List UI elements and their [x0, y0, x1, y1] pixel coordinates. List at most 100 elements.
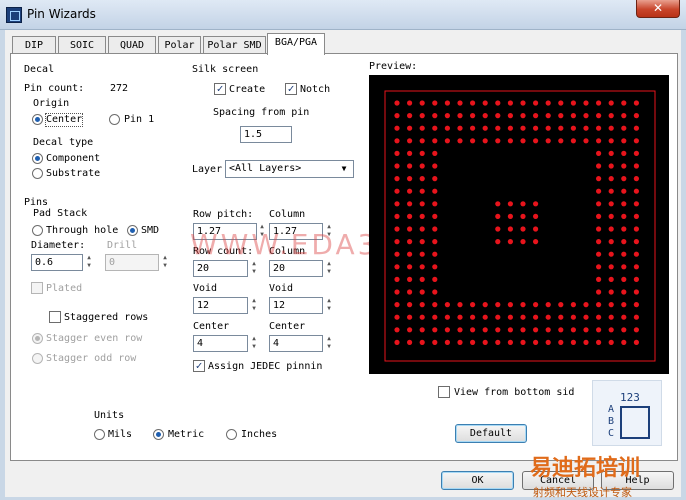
smd-radio[interactable]: [127, 225, 138, 236]
center-row-spinner[interactable]: ▲ ▼: [250, 335, 258, 352]
pad: [394, 226, 400, 232]
view-bottom-label[interactable]: View from bottom sid: [454, 387, 574, 399]
type-component-radio[interactable]: [32, 153, 43, 164]
pad: [596, 213, 602, 219]
type-substrate-label[interactable]: Substrate: [46, 168, 100, 180]
void-row-spinner[interactable]: ▲ ▼: [250, 297, 258, 314]
pad: [596, 113, 602, 119]
origin-center-radio[interactable]: [32, 114, 43, 125]
smd-label[interactable]: SMD: [141, 225, 159, 237]
pad: [432, 314, 438, 320]
pad: [495, 138, 501, 144]
layer-select[interactable]: <All Layers> ▼: [225, 160, 354, 178]
pad: [394, 289, 400, 295]
default-button[interactable]: Default: [455, 424, 527, 443]
pad: [621, 339, 627, 345]
ok-button[interactable]: OK: [441, 471, 514, 490]
type-substrate-radio[interactable]: [32, 168, 43, 179]
pad: [520, 226, 526, 232]
spacing-input[interactable]: 1.5: [240, 126, 292, 143]
col-count-input[interactable]: 20: [269, 260, 323, 277]
pad: [558, 138, 564, 144]
pad: [633, 176, 639, 182]
staggered-rows-checkbox[interactable]: [49, 311, 61, 323]
diameter-spinner[interactable]: ▲ ▼: [85, 254, 93, 271]
pad: [608, 302, 614, 308]
pad: [633, 302, 639, 308]
void-row-input[interactable]: 12: [193, 297, 248, 314]
diameter-input[interactable]: 0.6: [31, 254, 83, 271]
stagger-odd-radio: [32, 353, 43, 364]
pad: [444, 100, 450, 106]
type-component-label[interactable]: Component: [46, 153, 100, 165]
tab-quad[interactable]: QUAD: [108, 36, 156, 54]
pad: [419, 201, 425, 207]
pad: [608, 239, 614, 245]
void-col-spinner[interactable]: ▲ ▼: [325, 297, 333, 314]
units-metric-radio[interactable]: [153, 429, 164, 440]
center-col-input[interactable]: 4: [269, 335, 323, 352]
window-title: Pin Wizards: [27, 7, 96, 21]
origin-pin1-label[interactable]: Pin 1: [124, 114, 154, 126]
origin-center-label[interactable]: Center: [44, 113, 84, 127]
create-label[interactable]: Create: [229, 84, 265, 96]
create-checkbox[interactable]: ✓: [214, 83, 226, 95]
tab-bga-pga[interactable]: BGA/PGA: [267, 33, 325, 55]
pad: [633, 251, 639, 257]
notch-checkbox[interactable]: ✓: [285, 83, 297, 95]
tab-soic[interactable]: SOIC: [58, 36, 106, 54]
pad: [621, 239, 627, 245]
pad: [444, 302, 450, 308]
pad: [545, 125, 551, 131]
pad: [394, 150, 400, 156]
pad: [470, 302, 476, 308]
pad: [596, 176, 602, 182]
tab-polar-smd[interactable]: Polar SMD: [203, 36, 266, 54]
pad: [545, 339, 551, 345]
units-inches-label[interactable]: Inches: [241, 429, 277, 441]
void-col-input[interactable]: 12: [269, 297, 323, 314]
jedec-label[interactable]: Assign JEDEC pinnin: [208, 361, 322, 373]
stagger-even-label: Stagger even row: [46, 333, 143, 344]
pad: [407, 150, 413, 156]
pad: [608, 163, 614, 169]
pad: [507, 213, 513, 219]
pad: [444, 339, 450, 345]
pad: [608, 100, 614, 106]
pad: [394, 138, 400, 144]
units-mils-radio[interactable]: [94, 429, 105, 440]
through-hole-label[interactable]: Through hole: [46, 225, 118, 237]
pad: [570, 113, 576, 119]
pad: [419, 113, 425, 119]
units-mils-label[interactable]: Mils: [108, 429, 132, 441]
pad: [457, 314, 463, 320]
tab-polar[interactable]: Polar: [158, 36, 201, 54]
pad: [608, 339, 614, 345]
through-hole-radio[interactable]: [32, 225, 43, 236]
pad: [507, 226, 513, 232]
units-metric-label[interactable]: Metric: [168, 429, 204, 441]
pad: [533, 213, 539, 219]
center-row-input[interactable]: 4: [193, 335, 248, 352]
pad: [533, 314, 539, 320]
pad: [432, 226, 438, 232]
center-col-spinner[interactable]: ▲ ▼: [325, 335, 333, 352]
pad: [608, 125, 614, 131]
center-row-label: Center: [193, 321, 230, 332]
row-count-spinner[interactable]: ▲ ▼: [250, 260, 258, 277]
view-bottom-checkbox[interactable]: [438, 386, 450, 398]
chevron-down-icon[interactable]: ▼: [337, 161, 351, 177]
pad: [482, 302, 488, 308]
pad: [520, 302, 526, 308]
origin-pin1-radio[interactable]: [109, 114, 120, 125]
pad: [394, 176, 400, 182]
tab-dip[interactable]: DIP: [12, 36, 56, 54]
staggered-rows-label[interactable]: Staggered rows: [64, 312, 148, 324]
units-inches-radio[interactable]: [226, 429, 237, 440]
notch-label[interactable]: Notch: [300, 84, 330, 96]
pad: [495, 213, 501, 219]
close-button[interactable]: ✕: [636, 0, 680, 18]
jedec-checkbox[interactable]: ✓: [193, 360, 205, 372]
col-count-spinner[interactable]: ▲ ▼: [325, 260, 333, 277]
row-count-input[interactable]: 20: [193, 260, 248, 277]
